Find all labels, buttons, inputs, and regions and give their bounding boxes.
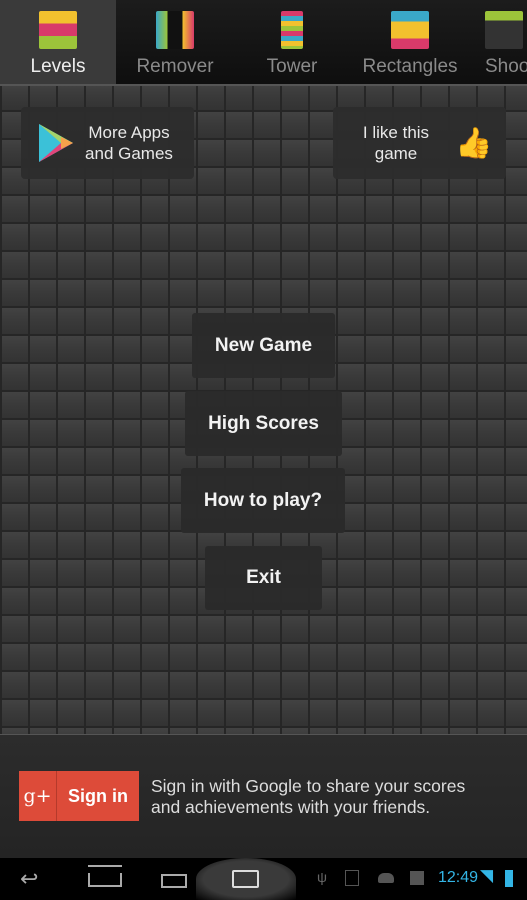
tab-label: Levels [30,56,86,77]
tab-levels[interactable]: Levels [0,0,116,84]
sign-in-description: Sign in with Google to share your scores… [151,776,466,817]
more-apps-button[interactable]: More Apps and Games [21,107,194,179]
tab-label: Shoo [485,56,527,77]
game-mode-tabs: Levels Remover Tower Rectangles Shoo [0,0,527,86]
tab-label: Remover [136,56,214,77]
tab-shooter[interactable]: Shoo [470,0,527,84]
remover-icon [156,11,194,49]
high-scores-button[interactable]: High Scores [185,391,342,456]
battery-icon [505,870,513,887]
levels-icon [39,11,77,49]
app-notification-icon [345,870,359,886]
tab-rectangles[interactable]: Rectangles [350,0,470,84]
google-plus-icon: g+ [19,771,57,821]
tab-tower[interactable]: Tower [234,0,350,84]
exit-button[interactable]: Exit [205,546,322,610]
sign-in-label: Sign in [68,785,128,806]
play-store-icon [39,124,73,162]
recent-apps-icon[interactable] [161,874,187,888]
store-icon [410,871,424,885]
google-sign-in-button[interactable]: g+ Sign in [19,771,139,821]
how-to-play-button[interactable]: How to play? [181,468,345,533]
home-icon[interactable] [88,873,122,887]
tab-label: Tower [266,56,318,77]
tower-icon [281,11,303,49]
like-label: I like this game [362,123,430,163]
usb-icon: ψ [317,869,327,885]
more-apps-label: More Apps and Games [85,123,173,163]
thumbs-up-icon: 👍 [455,126,493,160]
camera-icon [232,870,259,888]
tab-remover[interactable]: Remover [116,0,234,84]
home-roof-icon [88,865,122,873]
wifi-icon: ◥ [480,866,494,885]
like-game-button[interactable]: I like this game 👍 [333,107,506,179]
android-icon [378,873,394,883]
rectangles-icon [391,11,429,49]
clock: 12:49 [438,869,479,886]
system-nav-bar: ↩ ψ 12:49 ◥ [0,858,527,900]
shooter-icon [485,11,523,49]
back-icon[interactable]: ↩ [20,866,38,892]
new-game-button[interactable]: New Game [192,313,335,378]
tab-label: Rectangles [362,56,458,77]
